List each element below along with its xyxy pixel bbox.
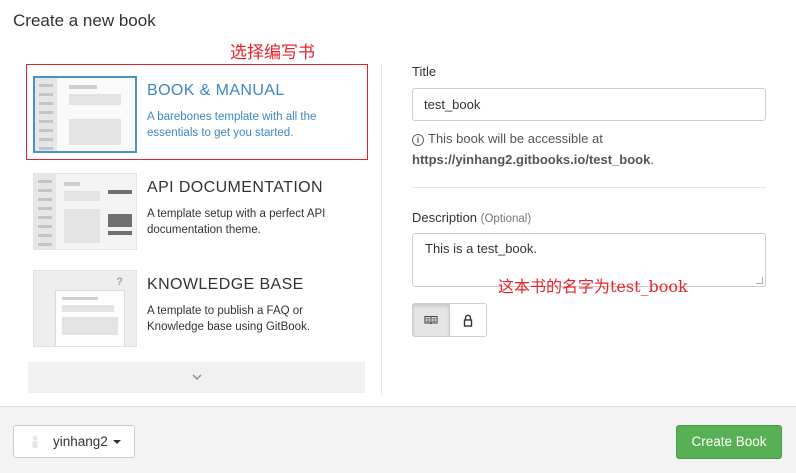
template-knowledge-base[interactable]: ? KNOWLEDGE BASE A template to publish a… [33,270,363,350]
lock-icon [463,314,473,327]
template-description: A barebones template with all the essent… [147,111,317,139]
knowledge-base-thumbnail: ? [33,270,137,347]
private-visibility-button[interactable] [450,304,486,336]
template-title: API DOCUMENTATION [147,179,323,196]
book-url-info: i This book will be accessible at https:/… [412,128,654,170]
public-visibility-button[interactable] [413,304,450,336]
title-input[interactable]: test_book [412,88,766,121]
form-divider [412,187,766,188]
resize-handle-icon[interactable] [756,277,763,284]
chevron-down-icon [191,374,202,381]
book-icon [424,315,438,325]
info-icon: i [412,134,424,146]
column-divider [381,64,382,394]
template-description: A template setup with a perfect API docu… [147,208,326,236]
description-label-text: Description [412,210,478,225]
description-label: Description (Optional) [412,210,531,225]
template-title: KNOWLEDGE BASE [147,276,304,293]
info-text: This book will be accessible at [428,131,603,146]
annotation-name-note: 这本书的名字为test_book [498,277,688,296]
footer-bar: yinhang2 Create Book [0,406,796,473]
title-label: Title [412,64,437,79]
user-dropdown-button[interactable]: yinhang2 [13,425,135,458]
user-name: yinhang2 [53,434,108,449]
book-manual-thumbnail [33,76,137,153]
visibility-toggle[interactable] [412,303,487,337]
annotation-choose: 选择编写书 [230,43,315,63]
question-mark-icon: ? [116,276,123,288]
api-documentation-thumbnail [33,173,137,250]
more-templates-button[interactable] [28,362,365,393]
description-value: This is a test_book. [425,241,537,256]
template-title: BOOK & MANUAL [147,82,285,99]
page-title: Create a new book [13,11,156,30]
optional-hint: (Optional) [480,213,532,225]
template-api-documentation[interactable]: API DOCUMENTATION A template setup with … [33,173,363,253]
user-icon [32,435,38,448]
template-description: A template to publish a FAQ or Knowledge… [147,305,311,333]
caret-down-icon [112,439,121,444]
book-url: https://yinhang2.gitbooks.io/test_book [412,152,651,167]
create-book-button[interactable]: Create Book [676,425,782,459]
template-book-manual[interactable]: BOOK & MANUAL A barebones template with … [33,76,363,156]
info-suffix: . [650,152,654,167]
